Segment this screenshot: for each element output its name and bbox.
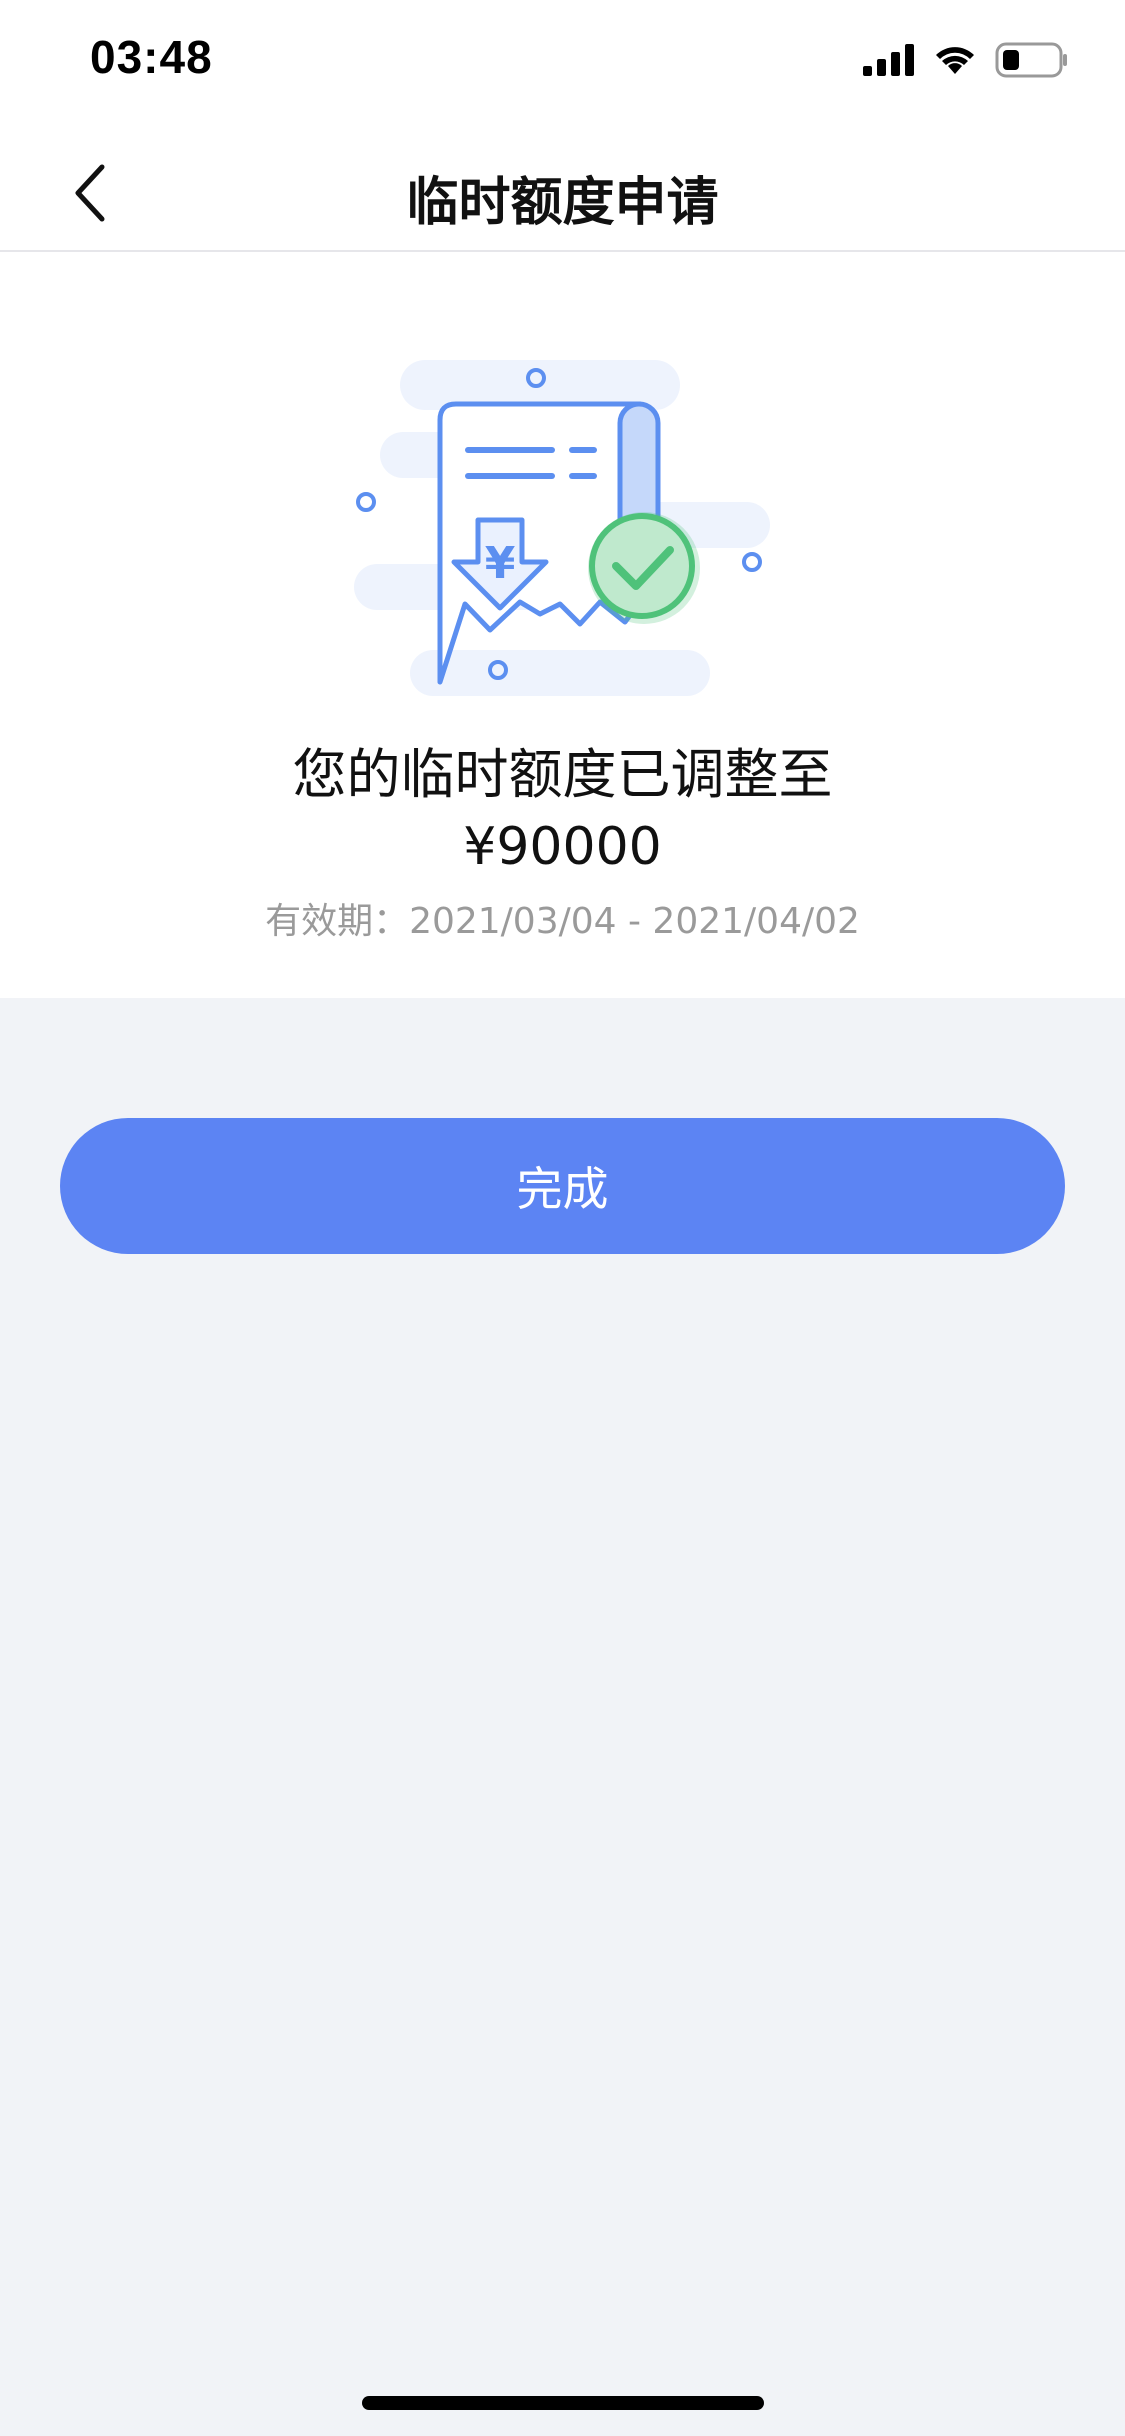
page-title: 临时额度申请 <box>406 173 719 233</box>
validity-period: 有效期：2021/03/04 - 2021/04/02 <box>265 901 860 942</box>
done-button[interactable]: 完成 <box>60 1118 1065 1254</box>
signal-icon <box>863 44 914 76</box>
status-bar: 03:48 <box>0 0 1125 130</box>
status-time: 03:48 <box>90 31 213 83</box>
status-icons <box>863 40 1069 80</box>
result-card: ¥ 您的临时额度已调整至 ¥90000 有效期：2021/03/04 - 202… <box>0 252 1125 998</box>
currency-symbol: ¥ <box>485 538 516 589</box>
wifi-icon <box>936 47 974 74</box>
result-message: 您的临时额度已调整至 <box>292 743 833 806</box>
home-indicator <box>362 2396 764 2410</box>
receipt-check-icon: ¥ <box>354 360 770 696</box>
result-amount: ¥90000 <box>463 817 662 877</box>
nav-bar: 临时额度申请 <box>0 130 1125 252</box>
battery-icon <box>995 42 1067 78</box>
